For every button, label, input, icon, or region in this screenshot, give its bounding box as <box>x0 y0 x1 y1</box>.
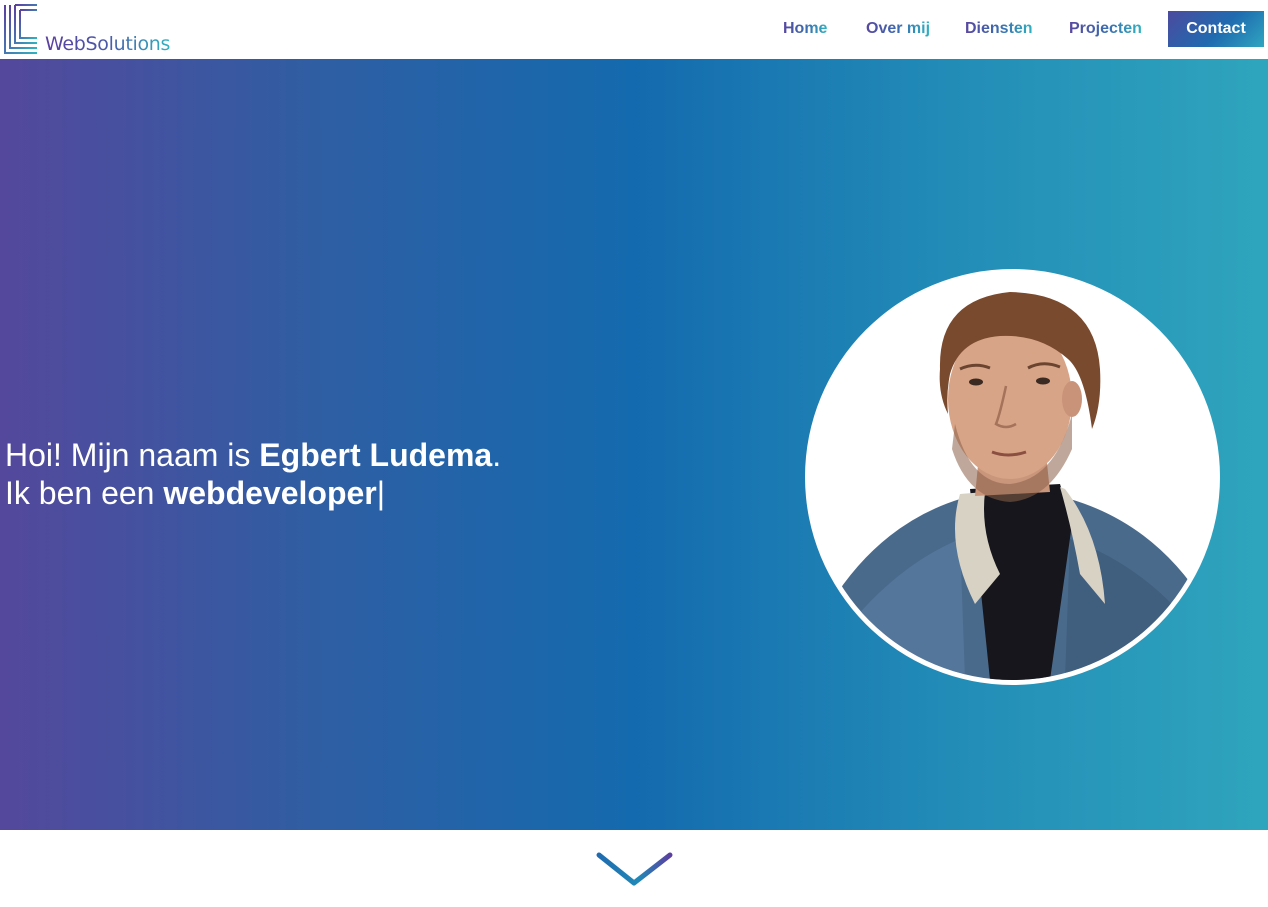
site-header: WebSolutions Home Over mij Diensten Proj… <box>0 0 1268 59</box>
scroll-down-button[interactable] <box>595 850 675 890</box>
hero-line-2: Ik ben een webdeveloper| <box>5 474 501 512</box>
hero-greeting: Hoi! Mijn naam is <box>5 437 260 473</box>
site-logo[interactable]: WebSolutions <box>4 4 189 56</box>
hero-role: webdeveloper <box>163 475 377 511</box>
nav-diensten[interactable]: Diensten <box>965 20 1033 38</box>
contact-button[interactable]: Contact <box>1168 11 1264 47</box>
portrait <box>805 269 1220 685</box>
nav-over-mij[interactable]: Over mij <box>866 20 930 38</box>
hero-section: Hoi! Mijn naam is Egbert Ludema. Ik ben … <box>0 59 1268 830</box>
logo-e-icon <box>4 4 37 54</box>
person-portrait-icon <box>830 292 1205 680</box>
chevron-down-icon <box>596 852 673 886</box>
hero-role-prefix: Ik ben een <box>5 475 164 511</box>
hero-period: . <box>492 437 502 473</box>
typing-cursor: | <box>376 475 386 511</box>
nav-home[interactable]: Home <box>783 20 827 38</box>
nav-projecten[interactable]: Projecten <box>1069 20 1142 38</box>
hero-line-1: Hoi! Mijn naam is Egbert Ludema. <box>5 436 501 474</box>
portrait-frame <box>805 269 1220 685</box>
hero-name: Egbert Ludema <box>259 437 493 473</box>
logo-text: WebSolutions <box>45 33 171 55</box>
hero-heading: Hoi! Mijn naam is Egbert Ludema. Ik ben … <box>5 436 501 512</box>
